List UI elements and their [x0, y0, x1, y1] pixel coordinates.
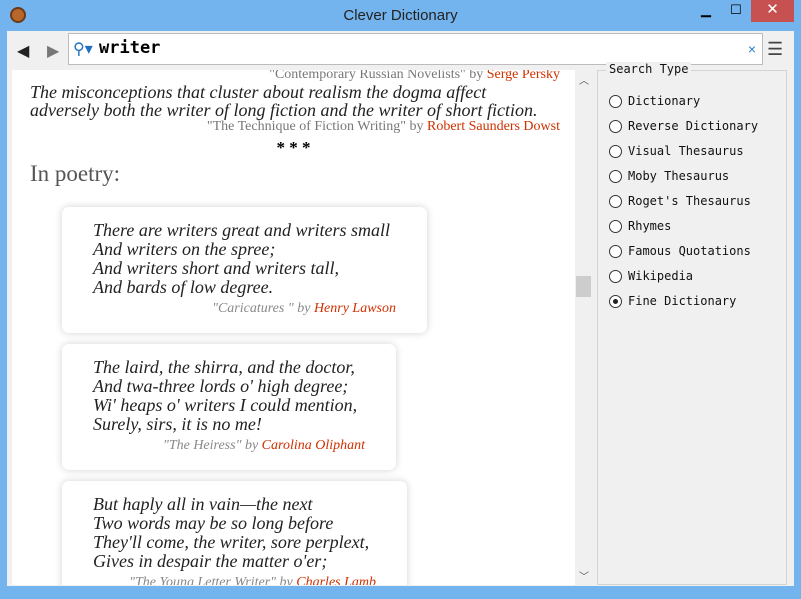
poem-line: Two words may be so long before	[93, 513, 334, 533]
radio-rhymes[interactable]: Rhymes	[609, 219, 671, 233]
radio-moby-thesaurus[interactable]: Moby Thesaurus	[609, 169, 729, 183]
radio-label: Fine Dictionary	[628, 294, 737, 308]
results-pane: "Contemporary Russian Novelists" by Serg…	[12, 70, 575, 585]
radio-visual-thesaurus[interactable]: Visual Thesaurus	[609, 144, 744, 158]
radio-button-icon[interactable]	[609, 219, 622, 233]
radio-label: Wikipedia	[628, 269, 694, 283]
radio-famous-quotations[interactable]: Famous Quotations	[609, 244, 751, 258]
author-link[interactable]: Henry Lawson	[314, 301, 396, 316]
quote-line: adversely both the writer of long fictio…	[30, 100, 538, 120]
poem-line: And writers short and writers tall,	[93, 258, 340, 278]
radio-label: Reverse Dictionary	[628, 119, 759, 133]
poem-source: "Caricatures " by Henry Lawson	[212, 301, 396, 316]
poem-source: "The Heiress" by Carolina Oliphant	[162, 438, 365, 453]
title-bar: Clever Dictionary ▁ ☐ ✕	[0, 0, 801, 31]
forward-button[interactable]: ▶	[47, 41, 59, 61]
radio-dictionary[interactable]: Dictionary	[609, 94, 700, 108]
radio-fine-dictionary[interactable]: Fine Dictionary	[609, 294, 736, 308]
section-heading: In poetry:	[30, 161, 121, 186]
separator: * * *	[276, 138, 311, 157]
radio-reverse-dictionary[interactable]: Reverse Dictionary	[609, 119, 758, 133]
scroll-down-icon[interactable]: ﹀	[579, 568, 589, 583]
poem-card: The laird, the shirra, and the doctor, A…	[62, 344, 396, 470]
radio-label: Famous Quotations	[628, 244, 751, 258]
poem-line: Wi' heaps o' writers I could mention,	[93, 395, 358, 415]
radio-label: Rhymes	[628, 219, 672, 233]
poem-line: But haply all in vain—the next	[93, 494, 313, 514]
poem-card: But haply all in vain—the next Two words…	[62, 481, 407, 585]
search-type-group: Search Type Dictionary Reverse Dictionary…	[597, 62, 787, 585]
poem-line: They'll come, the writer, sore perplext,	[93, 532, 370, 552]
window-title: Clever Dictionary	[343, 7, 458, 24]
back-button[interactable]: ◀	[17, 41, 29, 61]
search-icon[interactable]: ⚲▾	[73, 39, 93, 59]
minimize-button[interactable]: ▁	[692, 0, 720, 22]
radio-label: Visual Thesaurus	[628, 144, 744, 158]
author-link[interactable]: Carolina Oliphant	[262, 438, 365, 453]
radio-button-icon[interactable]	[609, 294, 622, 308]
author-link[interactable]: Charles Lamb	[296, 575, 376, 585]
main-window: ◀ ▶ ⚲▾ × ☰ "Contemporary Russian Novelis…	[7, 31, 794, 586]
poem-line: And writers on the spree;	[93, 239, 276, 259]
author-link[interactable]: Serge Persky	[487, 70, 560, 82]
radio-button-icon[interactable]	[609, 269, 622, 283]
radio-label: Roget's Thesaurus	[628, 194, 751, 208]
search-type-label: Search Type	[606, 62, 692, 76]
scroll-up-icon[interactable]: ︿	[579, 72, 589, 87]
radio-button-icon[interactable]	[609, 169, 622, 183]
poem-line: And twa-three lords o' high degree;	[93, 376, 349, 396]
radio-label: Dictionary	[628, 94, 701, 108]
close-button[interactable]: ✕	[751, 0, 794, 22]
search-input[interactable]	[99, 38, 699, 58]
poem-line: There are writers great and writers smal…	[93, 220, 391, 240]
menu-icon[interactable]: ☰	[767, 39, 783, 60]
radio-button-icon[interactable]	[609, 119, 622, 133]
author-link[interactable]: Robert Saunders Dowst	[427, 119, 560, 134]
radio-label: Moby Thesaurus	[628, 169, 730, 183]
radio-wikipedia[interactable]: Wikipedia	[609, 269, 693, 283]
vertical-scrollbar[interactable]: ︿ ﹀	[575, 70, 592, 585]
radio-button-icon[interactable]	[609, 194, 622, 208]
poem-line: And bards of low degree.	[93, 277, 274, 297]
search-box[interactable]: ⚲▾ ×	[68, 33, 763, 65]
poem-card: There are writers great and writers smal…	[62, 207, 427, 333]
clear-icon[interactable]: ×	[748, 41, 756, 57]
quote-line: The misconceptions that cluster about re…	[30, 82, 487, 102]
radio-roget-s-thesaurus[interactable]: Roget's Thesaurus	[609, 194, 751, 208]
poem-source: "The Young Letter Writer" by Charles Lam…	[93, 575, 376, 585]
radio-button-icon[interactable]	[609, 244, 622, 258]
maximize-button[interactable]: ☐	[722, 0, 750, 22]
poem-line: The laird, the shirra, and the doctor,	[93, 357, 355, 377]
source-line: "The Technique of Fiction Writing" by Ro…	[206, 119, 560, 134]
radio-button-icon[interactable]	[609, 94, 622, 108]
radio-button-icon[interactable]	[609, 144, 622, 158]
scroll-thumb[interactable]	[576, 276, 591, 297]
poem-line: Surely, sirs, it is no me!	[93, 414, 262, 434]
poem-line: Gives in despair the matter o'er;	[93, 551, 328, 571]
